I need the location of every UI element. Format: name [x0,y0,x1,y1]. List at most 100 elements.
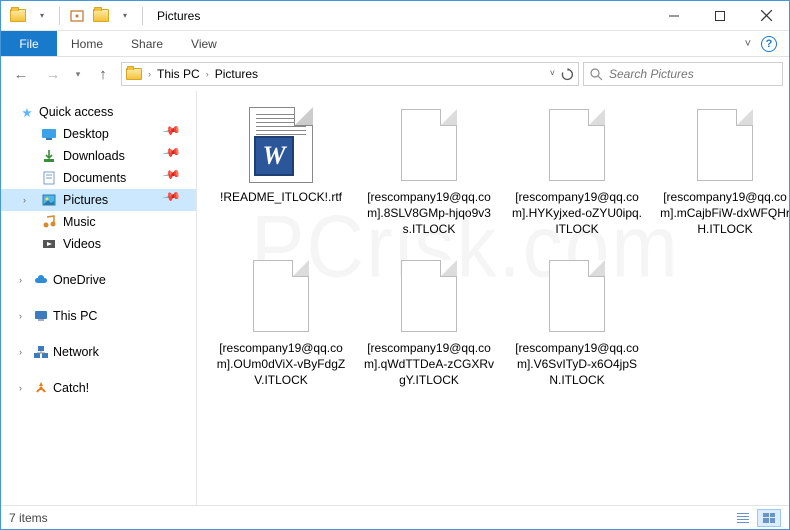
search-icon [590,68,603,81]
properties-icon[interactable] [66,5,88,27]
sidebar-item-downloads[interactable]: Downloads 📌 [1,145,196,167]
sidebar-item-onedrive[interactable]: › OneDrive [1,269,196,291]
catch-icon [33,380,49,396]
sidebar-item-label: Network [53,345,99,359]
address-row: ← → ▾ ↑ › This PC › Pictures ˅ [1,57,789,91]
file-name: [rescompany19@qq.com].8SLV8GMp-hjqo9v3s.… [361,189,497,238]
sidebar-item-label: Desktop [63,127,109,141]
blank-file-icon [549,260,605,332]
sidebar-item-this pc[interactable]: › This PC [1,305,196,327]
blank-file-icon [697,109,753,181]
titlebar: ▾ ▾ Pictures [1,1,789,31]
file-item[interactable]: [rescompany19@qq.com].V6SvITyD-x6O4jpSN.… [509,256,645,389]
new-folder-icon[interactable] [90,5,112,27]
address-dropdown-icon[interactable]: ˅ [550,68,555,81]
help-icon[interactable]: ? [761,36,777,52]
sidebar-item-desktop[interactable]: Desktop 📌 [1,123,196,145]
sidebar-item-label: Catch! [53,381,89,395]
expand-ribbon-icon[interactable]: ˅ [745,38,751,50]
crumb-current[interactable]: Pictures [215,67,258,81]
close-button[interactable] [743,1,789,30]
file-item[interactable]: [rescompany19@qq.com].OUm0dViX-vByFdgZV.… [213,256,349,389]
forward-button[interactable]: → [39,60,67,88]
blank-file-icon [549,109,605,181]
tiles-view-button[interactable] [757,509,781,527]
tab-share[interactable]: Share [117,31,177,56]
recent-dropdown-icon[interactable]: ▾ [71,60,85,88]
pin-icon: 📌 [161,121,191,148]
sidebar-item-network[interactable]: › Network [1,341,196,363]
network-icon [33,344,49,360]
pin-icon: 📌 [161,187,191,214]
chevron-right-icon[interactable]: › [19,311,29,321]
documents-icon [41,170,57,186]
desktop-icon [41,126,57,142]
sidebar-item-label: Music [63,215,96,229]
pin-icon: 📌 [161,143,191,170]
search-input[interactable] [609,67,776,81]
pin-icon: 📌 [161,165,191,192]
file-item[interactable]: [rescompany19@qq.com].8SLV8GMp-hjqo9v3s.… [361,105,497,238]
chevron-right-icon: › [23,195,26,205]
file-pane[interactable]: W!README_ITLOCK!.rtf[rescompany19@qq.com… [197,91,789,505]
file-item[interactable]: [rescompany19@qq.com].qWdTTDeA-zCGXRvgY.… [361,256,497,389]
sidebar-item-label: Pictures [63,193,108,207]
sidebar: ★ Quick access Desktop📌Downloads📌Documen… [1,91,197,505]
quick-access-header[interactable]: ★ Quick access [1,101,196,123]
downloads-icon [41,148,57,164]
maximize-button[interactable] [697,1,743,30]
file-name: [rescompany19@qq.com].OUm0dViX-vByFdgZV.… [213,340,349,389]
address-bar[interactable]: › This PC › Pictures ˅ [121,62,579,86]
sidebar-item-label: This PC [53,309,97,323]
qat-customize-icon[interactable]: ▾ [114,5,136,27]
file-item[interactable]: [rescompany19@qq.com].mCajbFiW-dxWFQHrH.… [657,105,789,238]
blank-file-icon [401,260,457,332]
pc-icon [33,308,49,324]
separator [59,7,60,25]
crumb-this-pc[interactable]: This PC [157,67,200,81]
sidebar-item-music[interactable]: Music [1,211,196,233]
blank-file-icon [401,109,457,181]
minimize-button[interactable] [651,1,697,30]
word-file-icon: W [249,107,313,183]
separator [142,7,143,25]
sidebar-item-pictures[interactable]: › Pictures 📌 [1,189,196,211]
sidebar-item-documents[interactable]: Documents 📌 [1,167,196,189]
videos-icon [41,236,57,252]
chevron-right-icon[interactable]: › [19,383,29,393]
file-item[interactable]: W!README_ITLOCK!.rtf [213,105,349,238]
file-name: [rescompany19@qq.com].V6SvITyD-x6O4jpSN.… [509,340,645,389]
quick-access-label: Quick access [39,105,113,119]
folder-app-icon [7,5,29,27]
sidebar-item-label: Downloads [63,149,125,163]
sidebar-item-label: Documents [63,171,126,185]
chevron-right-icon[interactable]: › [19,347,29,357]
file-name: [rescompany19@qq.com].HYKyjxed-oZYU0ipq.… [509,189,645,238]
ribbon: File Home Share View ˅ ? [1,31,789,57]
status-bar: 7 items [1,505,789,529]
refresh-icon[interactable] [561,68,574,81]
folder-icon [126,66,142,82]
qat-dropdown-icon[interactable]: ▾ [31,5,53,27]
chevron-right-icon[interactable]: › [19,275,29,285]
chevron-right-icon[interactable]: › [148,69,151,79]
search-box[interactable] [583,62,783,86]
window-title: Pictures [157,9,200,23]
music-icon [41,214,57,230]
file-name: [rescompany19@qq.com].mCajbFiW-dxWFQHrH.… [657,189,789,238]
details-view-button[interactable] [731,509,755,527]
item-count: 7 items [9,511,48,525]
chevron-right-icon[interactable]: › [206,69,209,79]
sidebar-item-label: OneDrive [53,273,106,287]
up-button[interactable]: ↑ [89,60,117,88]
sidebar-item-videos[interactable]: Videos [1,233,196,255]
sidebar-item-catch![interactable]: › Catch! [1,377,196,399]
file-name: [rescompany19@qq.com].qWdTTDeA-zCGXRvgY.… [361,340,497,389]
cloud-icon [33,272,49,288]
file-item[interactable]: [rescompany19@qq.com].HYKyjxed-oZYU0ipq.… [509,105,645,238]
tab-view[interactable]: View [177,31,231,56]
back-button[interactable]: ← [7,60,35,88]
star-icon: ★ [19,104,35,120]
file-menu[interactable]: File [1,31,57,56]
tab-home[interactable]: Home [57,31,117,56]
